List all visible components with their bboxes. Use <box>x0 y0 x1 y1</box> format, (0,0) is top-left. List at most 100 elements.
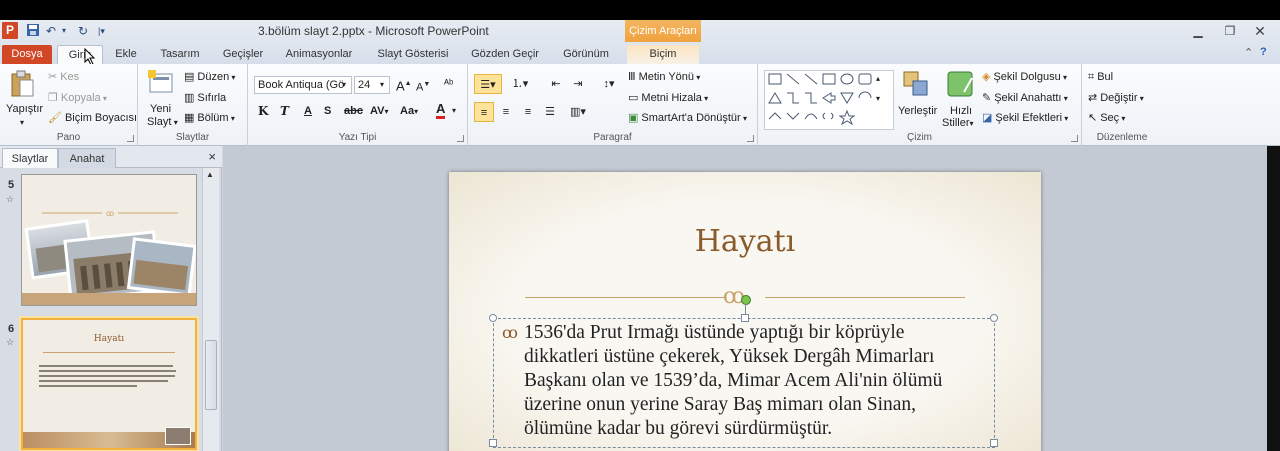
bullets-button[interactable]: ☰▾ <box>474 74 502 94</box>
font-color-dropdown-icon[interactable]: ▾ <box>452 104 456 118</box>
decrease-indent-icon[interactable]: ⇤ <box>546 74 566 94</box>
shape-outline-button[interactable]: ✎ Şekil Anahattı ▾ <box>982 91 1068 106</box>
strikethrough-button[interactable]: abc <box>344 104 363 118</box>
cut-button[interactable]: ✂ Kes <box>48 70 79 84</box>
increase-indent-icon[interactable]: ⇥ <box>568 74 588 94</box>
clipboard-launcher-icon[interactable] <box>127 135 134 142</box>
section-button[interactable]: ▦ Bölüm ▾ <box>184 111 235 126</box>
close-pane-icon[interactable]: × <box>208 149 216 164</box>
rotation-handle[interactable] <box>741 295 751 305</box>
slide-thumbnail-5[interactable]: ꝏ <box>21 174 197 306</box>
justify-button[interactable]: ☰ <box>540 102 560 122</box>
tab-slides-pane[interactable]: Slaytlar <box>2 148 58 168</box>
arrange-icon[interactable] <box>902 70 930 101</box>
undo-icon[interactable]: ↶ <box>46 23 56 39</box>
text-direction-button[interactable]: Ⅲ Metin Yönü ▾ <box>628 70 700 85</box>
shapes-scroll-up-icon[interactable]: ▴ <box>876 72 880 86</box>
body-textbox[interactable]: ꝏ 1536'da Prut Irmağı üstünde yaptığı bi… <box>489 295 998 448</box>
italic-button[interactable]: T <box>280 104 289 118</box>
reset-button[interactable]: ▥ Sıfırla <box>184 91 226 105</box>
tab-outline-pane[interactable]: Anahat <box>58 148 116 168</box>
convert-smartart-button[interactable]: ▣ SmartArt'a Dönüştür ▾ <box>628 111 747 126</box>
body-line-5: ölümüne kadar bu görevi sürdürmüştür. <box>524 418 833 439</box>
tab-file[interactable]: Dosya <box>2 45 52 64</box>
font-color-button[interactable]: A <box>436 102 446 119</box>
arrange-button[interactable]: Yerleştir <box>898 104 937 118</box>
redo-icon[interactable]: ↻ <box>78 23 88 39</box>
tab-home[interactable]: Giriş <box>57 45 103 64</box>
paragraph-launcher-icon[interactable] <box>747 135 754 142</box>
format-painter-button[interactable]: 🖌 Biçim Boyacısı <box>48 111 137 125</box>
tab-insert[interactable]: Ekle <box>108 45 144 64</box>
grow-font-icon[interactable]: A▲ <box>396 77 412 93</box>
find-button[interactable]: ⌗ Bul <box>1088 70 1113 84</box>
tab-slideshow[interactable]: Slayt Gösterisi <box>368 45 458 64</box>
group-paragraph: ☰▾ ⒈▾ ⇤ ⇥ ↕▾ ≡ ≡ ≡ ☰ ▥▾ Ⅲ Metin Yönü ▾ ▭ M… <box>468 64 758 146</box>
scroll-thumb[interactable] <box>205 340 217 410</box>
close-icon[interactable]: ✕ <box>1250 23 1270 39</box>
paste-icon[interactable] <box>10 70 36 101</box>
powerpoint-app-icon[interactable]: P <box>2 22 18 39</box>
tab-transitions[interactable]: Geçişler <box>214 45 272 64</box>
new-slide-label-2[interactable]: Slayt ▾ <box>147 115 178 130</box>
shrink-font-icon[interactable]: A▼ <box>416 78 430 95</box>
restore-icon[interactable]: ❐ <box>1220 23 1240 39</box>
shadow-button[interactable]: S <box>324 104 331 118</box>
change-case-button[interactable]: Aa▾ <box>400 104 418 119</box>
font-size-dropdown-icon[interactable]: ▾ <box>380 78 384 92</box>
paste-button[interactable]: Yapıştır <box>6 102 43 116</box>
align-text-button[interactable]: ▭ Metni Hizala ▾ <box>628 91 708 106</box>
new-slide-icon[interactable] <box>148 70 174 99</box>
resize-handle-nw[interactable] <box>489 314 497 322</box>
tab-review[interactable]: Gözden Geçir <box>466 45 544 64</box>
tab-animations[interactable]: Animasyonlar <box>280 45 358 64</box>
minimize-ribbon-icon[interactable]: ⌃ <box>1244 46 1253 59</box>
copy-icon: ❐ <box>48 92 58 105</box>
undo-dropdown-icon[interactable]: ▾ <box>62 23 66 39</box>
tab-view[interactable]: Görünüm <box>556 45 616 64</box>
resize-handle-sw[interactable] <box>489 439 497 447</box>
clear-formatting-icon[interactable]: ᴬᵇ <box>444 77 453 91</box>
align-center-button[interactable]: ≡ <box>496 102 516 122</box>
layout-button[interactable]: ▤ Düzen ▾ <box>184 70 235 85</box>
minimize-icon[interactable]: ▁ <box>1188 23 1208 39</box>
shape-effects-icon: ◪ <box>982 112 993 125</box>
slide-body-text[interactable]: 1536'da Prut Irmağı üstünde yaptığı bir … <box>524 321 994 441</box>
slide-thumbnail-6[interactable]: Hayatı <box>21 318 197 450</box>
columns-button[interactable]: ▥▾ <box>568 102 588 122</box>
customize-qat-icon[interactable]: |▾ <box>98 23 105 39</box>
slide-title[interactable]: Hayatı <box>449 224 1041 259</box>
scroll-up-icon[interactable]: ▲ <box>206 170 214 179</box>
line-spacing-button[interactable]: ↕▾ <box>596 74 622 94</box>
shape-fill-button[interactable]: ◈ Şekil Dolgusu ▾ <box>982 70 1067 85</box>
bold-button[interactable]: K <box>258 104 268 118</box>
help-icon[interactable]: ? <box>1260 46 1267 58</box>
select-button[interactable]: ↖ Seç ▾ <box>1088 111 1125 126</box>
svg-text:ꝏ: ꝏ <box>106 209 114 218</box>
underline-button[interactable]: A <box>304 104 312 118</box>
copy-button[interactable]: ❐ Kopyala ▾ <box>48 91 107 106</box>
slides-pane-scrollbar[interactable]: ▲ <box>202 168 219 451</box>
font-launcher-icon[interactable] <box>457 135 464 142</box>
shape-effects-button[interactable]: ◪ Şekil Efektleri ▾ <box>982 111 1068 126</box>
font-name-dropdown-icon[interactable]: ▾ <box>342 78 346 92</box>
save-icon[interactable] <box>26 23 40 39</box>
body-line-2: dikkatleri üstüne çekerek, Yüksek Dergâh… <box>524 346 935 367</box>
new-slide-label-1[interactable]: Yeni <box>150 102 171 116</box>
character-spacing-button[interactable]: AV▾ <box>370 104 388 119</box>
quick-styles-icon[interactable] <box>946 70 974 101</box>
font-name-combo[interactable]: Book Antiqua (Gö <box>254 76 352 94</box>
tab-design[interactable]: Tasarım <box>152 45 208 64</box>
tab-format[interactable]: Biçim <box>627 45 699 64</box>
paste-dropdown-icon[interactable]: ▾ <box>20 116 24 130</box>
shapes-scroll-down-icon[interactable]: ▾ <box>876 92 880 106</box>
shapes-gallery[interactable] <box>764 70 894 130</box>
replace-button[interactable]: ⇄ Değiştir ▾ <box>1088 91 1144 106</box>
quick-styles-label-2[interactable]: Stiller▾ <box>942 116 974 131</box>
align-right-button[interactable]: ≡ <box>518 102 538 122</box>
editor-scrollbar-dark[interactable] <box>1267 146 1280 451</box>
drawing-launcher-icon[interactable] <box>1071 135 1078 142</box>
font-size-combo[interactable]: 24 <box>354 76 390 94</box>
numbering-button[interactable]: ⒈▾ <box>506 74 534 94</box>
align-left-button[interactable]: ≡ <box>474 102 494 122</box>
